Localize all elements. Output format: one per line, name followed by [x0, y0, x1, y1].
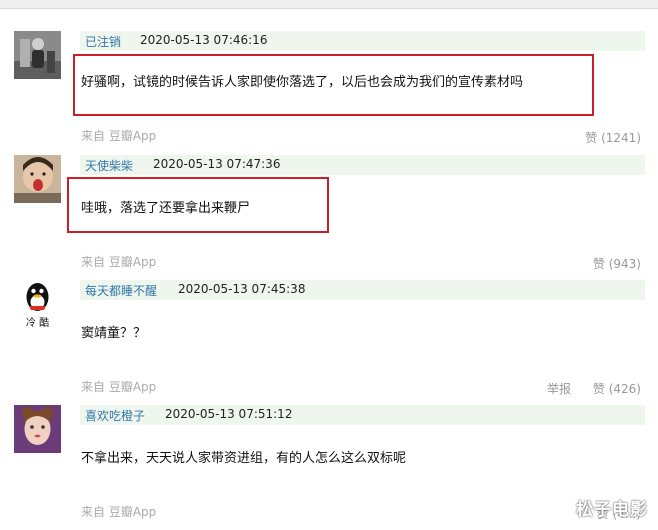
avatar-caption: 冷 酷 [25, 318, 50, 328]
comment-content: 不拿出来，天天说人家带资进组，有的人怎么这么双标呢 [81, 451, 407, 466]
vote-button[interactable]: 赞 (1241) [585, 129, 641, 146]
source-app-link[interactable]: 豆瓣App [109, 255, 156, 269]
source-prefix: 来自 [81, 380, 106, 394]
user-avatar[interactable]: 冷 酷 [14, 280, 61, 328]
vote-button[interactable]: 赞 (426) [593, 380, 641, 397]
comment-meta-bar: 每天都睡不醒 2020-05-13 07:45:38 [80, 280, 645, 300]
comment-source: 来自 豆瓣App [81, 378, 156, 395]
comment-item: 喜欢吃橙子 2020-05-13 07:51:12 不拿出来，天天说人家带资进组… [0, 405, 658, 530]
comment-author[interactable]: 喜欢吃橙子 [85, 407, 145, 424]
comment-author[interactable]: 天使柴柴 [85, 157, 133, 174]
comment-source: 来自 豆瓣App [81, 503, 156, 520]
highlight-box [73, 54, 594, 116]
source-app-link[interactable]: 豆瓣App [109, 505, 156, 519]
source-prefix: 来自 [81, 505, 106, 519]
vote-button[interactable]: 赞 (943) [593, 255, 641, 272]
comment-author[interactable]: 每天都睡不醒 [85, 282, 157, 299]
penguin-avatar-icon [26, 283, 49, 311]
top-header-strip [0, 0, 658, 9]
comment-time: 2020-05-13 07:47:36 [153, 157, 281, 171]
avatar-image-icon [14, 405, 61, 453]
comment-content: 窦靖童？？ [81, 326, 147, 341]
user-avatar[interactable] [14, 31, 61, 79]
avatar-image-icon [14, 31, 61, 79]
source-app-link[interactable]: 豆瓣App [109, 129, 156, 143]
comment-source: 来自 豆瓣App [81, 253, 156, 270]
source-prefix: 来自 [81, 255, 106, 269]
highlight-box [67, 177, 329, 233]
avatar-image-icon [14, 155, 61, 203]
comment-meta-bar: 喜欢吃橙子 2020-05-13 07:51:12 [80, 405, 645, 425]
comment-meta-bar: 天使柴柴 2020-05-13 07:47:36 [80, 155, 645, 175]
comment-source: 来自 豆瓣App [81, 127, 156, 144]
comment-time: 2020-05-13 07:45:38 [178, 282, 306, 296]
report-button[interactable]: 举报 [547, 380, 571, 397]
user-avatar[interactable] [14, 155, 61, 203]
user-avatar[interactable] [14, 405, 61, 453]
watermark-text: 松子电影 [576, 500, 648, 520]
source-prefix: 来自 [81, 129, 106, 143]
comment-item: 冷 酷 每天都睡不醒 2020-05-13 07:45:38 窦靖童？？ 来自 … [0, 280, 658, 405]
source-app-link[interactable]: 豆瓣App [109, 380, 156, 394]
comment-time: 2020-05-13 07:46:16 [140, 33, 268, 47]
comment-author[interactable]: 已注销 [85, 33, 121, 50]
comment-meta-bar: 已注销 2020-05-13 07:46:16 [80, 31, 645, 51]
comment-time: 2020-05-13 07:51:12 [165, 407, 293, 421]
